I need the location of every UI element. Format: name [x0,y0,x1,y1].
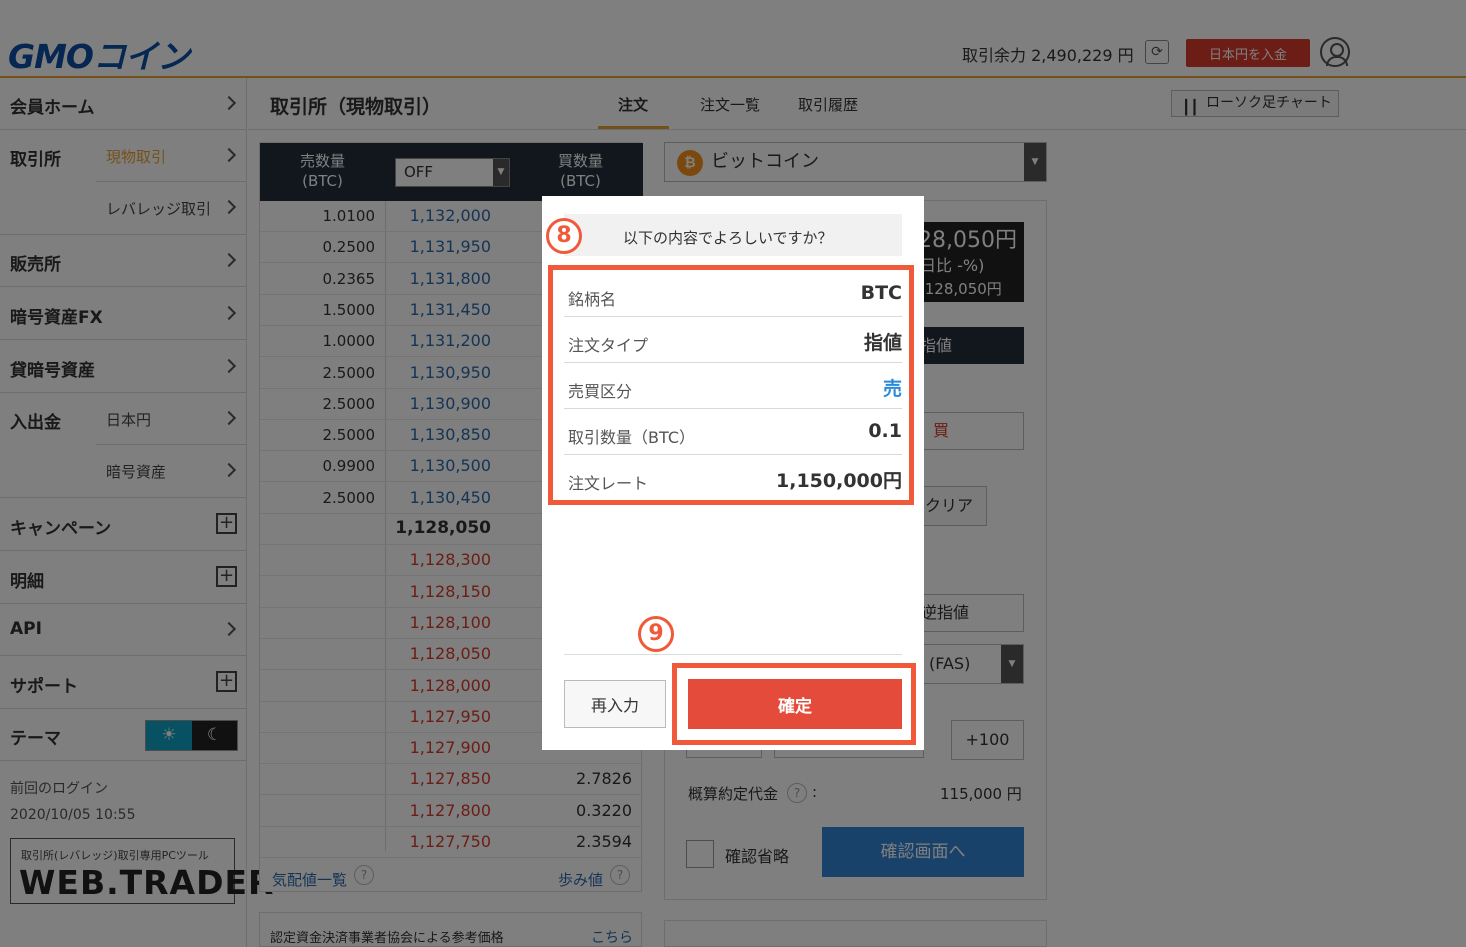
detail-row-side: 売買区分 売 [564,363,902,409]
step-marker-9: 9 [638,616,674,652]
detail-value: 売 [882,378,902,400]
detail-row-symbol: 銘柄名 BTC [564,271,902,317]
dialog-title: 以下の内容でよろしいですか？ [623,229,833,247]
confirm-order-button[interactable]: 確定 [688,679,902,729]
detail-label: 注文タイプ [568,336,649,355]
detail-value: BTC [860,282,902,304]
detail-row-order-type: 注文タイプ 指値 [564,317,902,363]
detail-row-rate: 注文レート 1,150,000円 [564,455,902,501]
detail-label: 取引数量（BTC） [568,428,695,447]
detail-value: 指値 [863,332,902,354]
reenter-button[interactable]: 再入力 [564,680,666,728]
dialog-divider [564,654,902,655]
detail-label: 売買区分 [568,382,633,401]
detail-value: 1,150,000円 [776,470,902,492]
detail-value: 0.1 [868,420,902,442]
detail-label: 注文レート [568,474,649,493]
detail-label: 銘柄名 [568,290,617,309]
detail-row-quantity: 取引数量（BTC） 0.1 [564,409,902,455]
step-marker-8: 8 [546,218,582,254]
